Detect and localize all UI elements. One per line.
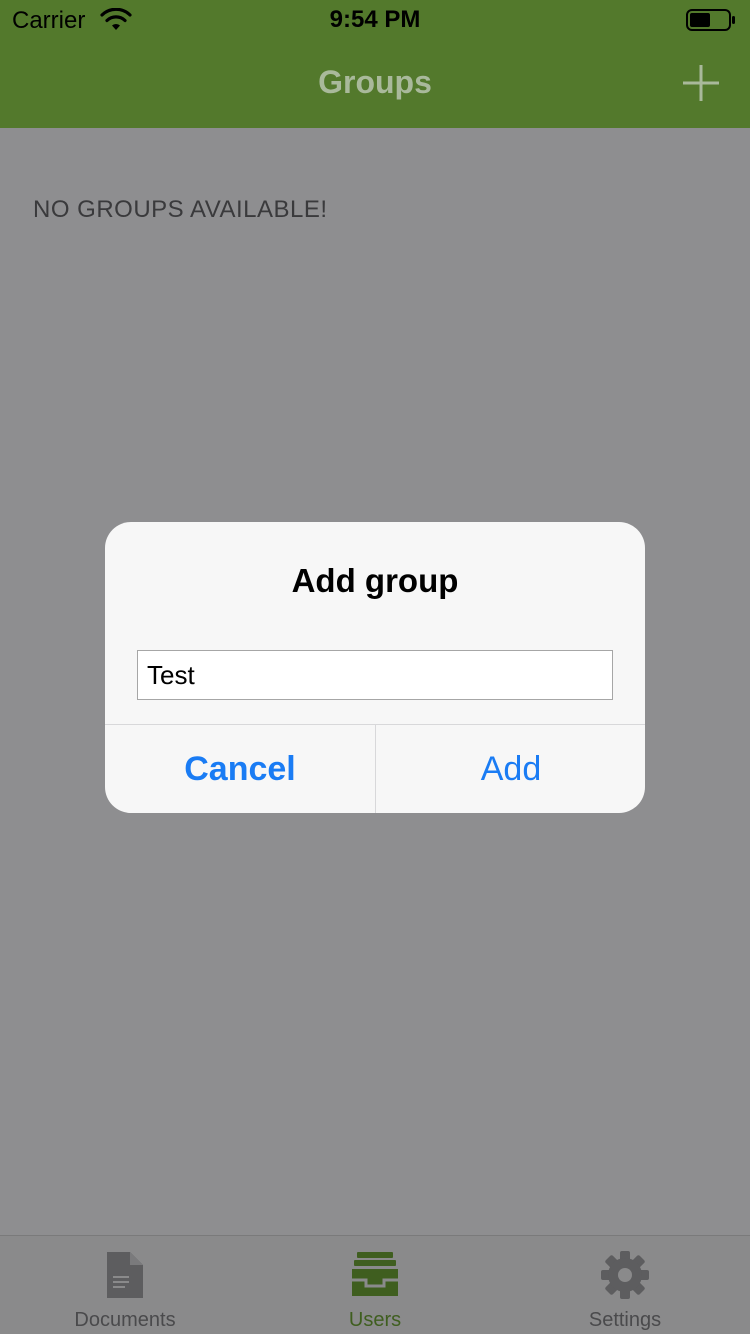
gear-icon: [601, 1251, 649, 1299]
add-button[interactable]: Add: [376, 725, 645, 813]
dialog-title: Add group: [291, 562, 459, 599]
navigation-bar: Carrier 9:54 PM Groups: [0, 0, 750, 128]
empty-state-message: NO GROUPS AVAILABLE!: [33, 196, 328, 223]
status-time: 9:54 PM: [329, 6, 421, 33]
tab-users[interactable]: Users: [250, 1236, 500, 1334]
page-title: Groups: [318, 64, 432, 100]
tab-settings[interactable]: Settings: [500, 1236, 750, 1334]
tab-label: Documents: [74, 1309, 176, 1331]
battery-icon: [686, 9, 735, 31]
tab-documents[interactable]: Documents: [0, 1236, 250, 1334]
status-bar: Carrier 9:54 PM: [0, 0, 750, 40]
plus-icon[interactable]: [680, 62, 722, 104]
inbox-tray-icon: [352, 1252, 398, 1296]
group-name-input[interactable]: [137, 650, 613, 700]
add-group-dialog: Add group Cancel Add: [105, 522, 645, 813]
cancel-button[interactable]: Cancel: [105, 725, 375, 813]
tab-bar: Documents Users Settings: [0, 1235, 750, 1334]
tab-label: Settings: [588, 1309, 662, 1331]
tab-label: Users: [348, 1309, 402, 1331]
document-icon: [107, 1252, 143, 1298]
